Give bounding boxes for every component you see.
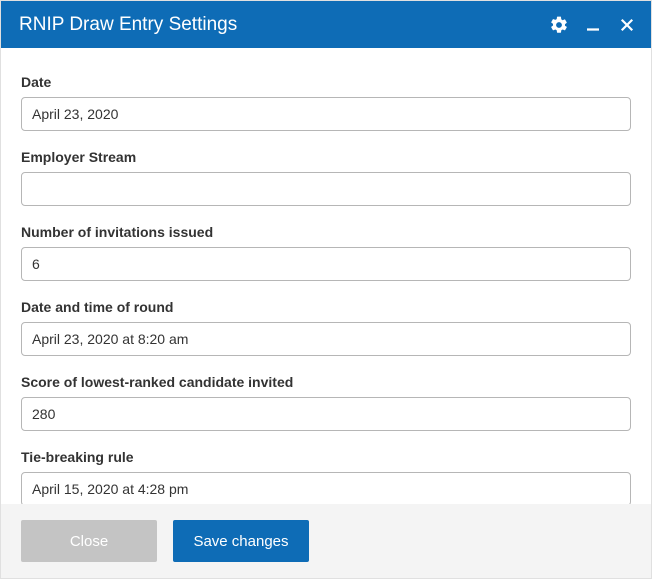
label-lowest-score: Score of lowest-ranked candidate invited — [21, 374, 631, 390]
window-title: RNIP Draw Entry Settings — [19, 14, 549, 36]
input-invitations[interactable] — [21, 247, 631, 281]
field-lowest-score: Score of lowest-ranked candidate invited — [21, 374, 631, 431]
input-employer-stream[interactable] — [21, 172, 631, 206]
settings-window: RNIP Draw Entry Settings Date — [0, 0, 652, 579]
label-tie-rule: Tie-breaking rule — [21, 449, 631, 465]
close-icon[interactable] — [617, 15, 637, 35]
field-employer-stream: Employer Stream — [21, 149, 631, 206]
field-tie-rule: Tie-breaking rule — [21, 449, 631, 504]
save-changes-button[interactable]: Save changes — [173, 520, 309, 562]
input-round-datetime[interactable] — [21, 322, 631, 356]
close-button[interactable]: Close — [21, 520, 157, 562]
field-date: Date — [21, 74, 631, 131]
label-invitations: Number of invitations issued — [21, 224, 631, 240]
field-round-datetime: Date and time of round — [21, 299, 631, 356]
minimize-icon[interactable] — [583, 15, 603, 35]
form-content: Date Employer Stream Number of invitatio… — [1, 48, 651, 504]
gear-icon[interactable] — [549, 15, 569, 35]
field-invitations: Number of invitations issued — [21, 224, 631, 281]
label-date: Date — [21, 74, 631, 90]
footer: Close Save changes — [1, 504, 651, 578]
label-round-datetime: Date and time of round — [21, 299, 631, 315]
input-tie-rule[interactable] — [21, 472, 631, 504]
label-employer-stream: Employer Stream — [21, 149, 631, 165]
input-lowest-score[interactable] — [21, 397, 631, 431]
titlebar: RNIP Draw Entry Settings — [1, 1, 651, 48]
titlebar-controls — [549, 15, 637, 35]
input-date[interactable] — [21, 97, 631, 131]
